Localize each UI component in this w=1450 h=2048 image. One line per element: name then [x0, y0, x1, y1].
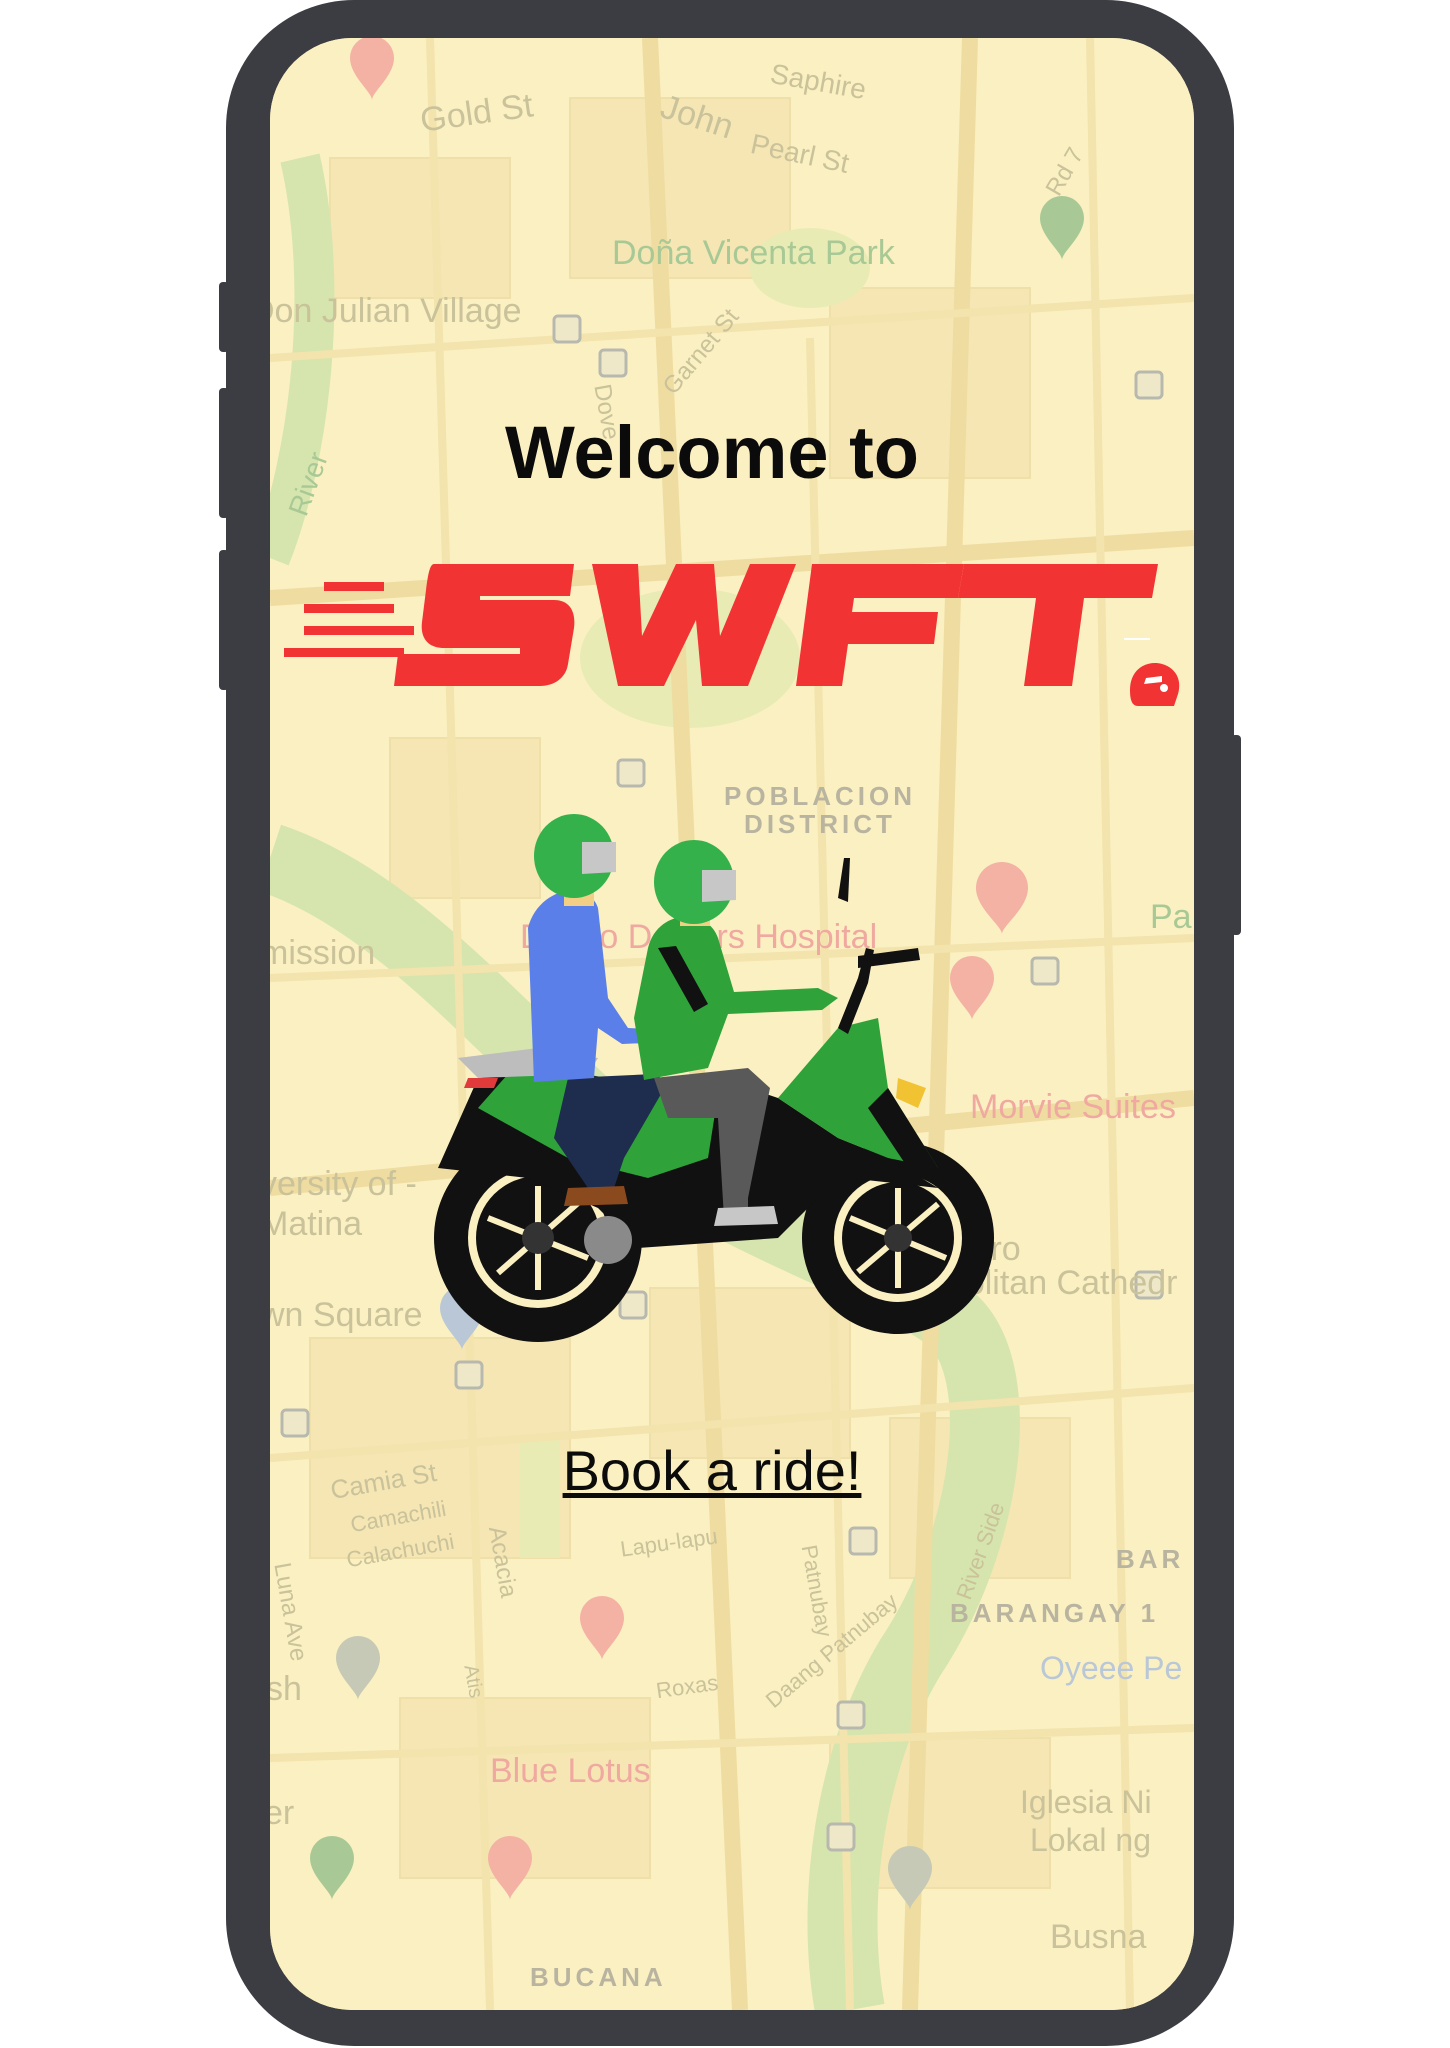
map-label: BAR — [1116, 1544, 1185, 1574]
motorcycle-riders-illustration — [434, 814, 994, 1342]
phone-volume-down-button — [219, 550, 229, 690]
phone-power-button — [1231, 735, 1241, 935]
map-label: Doña Vicenta Park — [612, 234, 895, 272]
book-a-ride-link[interactable]: Book a ride! — [270, 1438, 1194, 1503]
map-label: mission — [270, 934, 376, 972]
map-label: er — [270, 1794, 295, 1832]
phone-volume-up-button — [219, 388, 229, 518]
map-label: sh — [270, 1670, 302, 1708]
app-screen: Gold St John Pearl St Saphire Rd 7 Doña … — [270, 38, 1194, 2010]
map-label: Blue Lotus — [490, 1752, 651, 1790]
map-label: Lokal ng — [1030, 1822, 1151, 1858]
map-label: Pa — [1150, 898, 1192, 936]
map-label: Don Julian Village — [270, 292, 522, 330]
welcome-heading: Welcome to — [505, 411, 919, 494]
map-label: BUCANA — [530, 1962, 667, 1992]
map-label: versity of - Matina — [270, 1165, 417, 1243]
map-label: BARANGAY 1 — [950, 1598, 1160, 1628]
map-label: Oyeee Pe — [1040, 1650, 1183, 1686]
map-label: wn Square — [270, 1296, 423, 1334]
swft-logo — [284, 564, 1180, 706]
map-label: Iglesia Ni — [1020, 1784, 1152, 1820]
phone-mute-switch — [219, 282, 229, 352]
map-label: Busna — [1050, 1918, 1147, 1956]
